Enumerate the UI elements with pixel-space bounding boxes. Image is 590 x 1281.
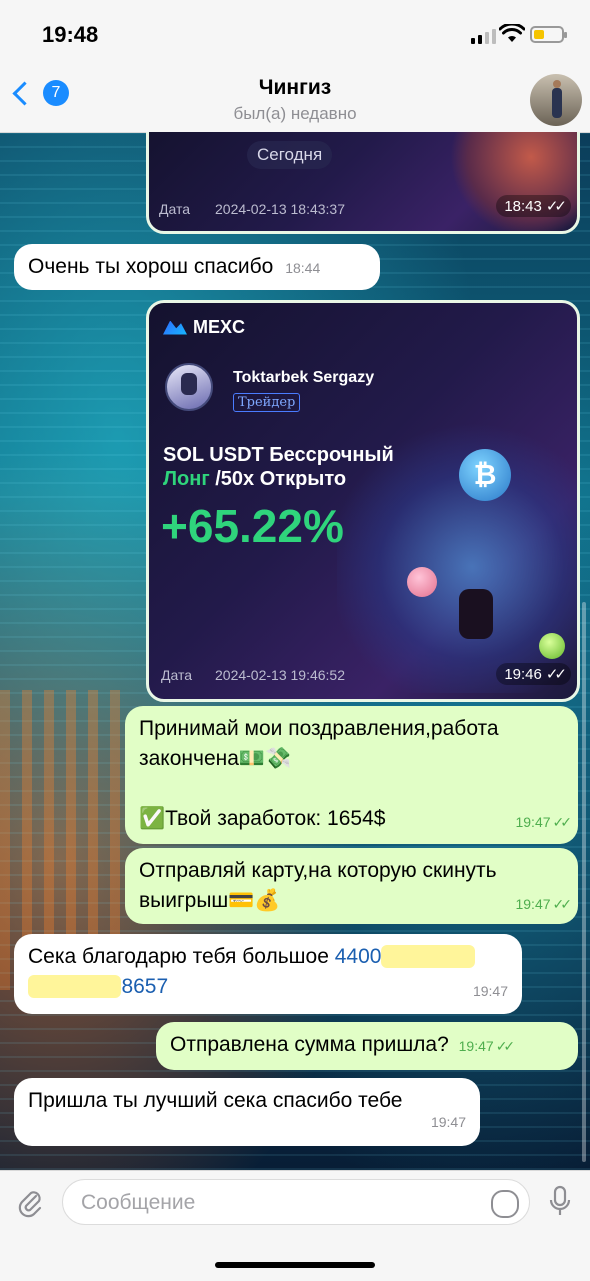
outgoing-message[interactable]: Отправляй карту,на которую скинуть выигр… bbox=[125, 848, 578, 924]
outgoing-message[interactable]: Отправлена сумма пришла? 19:47 ✓✓ bbox=[156, 1022, 578, 1070]
message-time: 18:43 ✓✓ bbox=[496, 195, 571, 217]
trader-badge: Трейдер bbox=[233, 393, 301, 412]
trade-pnl: +65.22% bbox=[161, 500, 344, 552]
message-input[interactable] bbox=[79, 1180, 483, 1226]
message-time: 19:47 bbox=[458, 1038, 494, 1054]
message-time: 19:47 bbox=[430, 1114, 466, 1130]
robot-figure bbox=[433, 581, 517, 645]
message-time: 19:46 ✓✓ bbox=[496, 663, 571, 685]
redaction-mask: 00000000 bbox=[381, 945, 475, 968]
message-list[interactable]: Сегодня Дата 2024-02-13 18:43:37 18:43 ✓✓… bbox=[0, 132, 590, 1170]
chat-title[interactable]: Чингиз bbox=[0, 76, 590, 100]
read-checkmarks-icon: ✓✓ bbox=[495, 1038, 516, 1054]
trader-avatar bbox=[165, 363, 213, 411]
image-message[interactable]: Сегодня Дата 2024-02-13 18:43:37 18:43 ✓✓ bbox=[146, 132, 580, 234]
message-time: 19:47 bbox=[472, 983, 508, 999]
microphone-icon[interactable] bbox=[548, 1185, 572, 1219]
message-text: ✅Твой заработок: 1654$ bbox=[139, 807, 386, 830]
image-date-value: 2024-02-13 19:46:52 bbox=[215, 667, 345, 683]
outgoing-message[interactable]: Принимай мои поздравления,работа законче… bbox=[125, 706, 578, 844]
message-text: Отправлена сумма пришла? bbox=[170, 1033, 449, 1056]
home-indicator[interactable] bbox=[215, 1262, 375, 1268]
read-checkmarks-icon: ✓✓ bbox=[552, 896, 573, 912]
card-number-link[interactable]: 8657 bbox=[121, 975, 168, 998]
sticker-icon[interactable] bbox=[491, 1190, 519, 1218]
scrollbar[interactable] bbox=[582, 602, 586, 1162]
incoming-message[interactable]: Сека благодарю тебя большое 440000000000… bbox=[14, 934, 522, 1014]
cellular-signal-icon bbox=[471, 28, 496, 44]
image-message[interactable]: ₿ MEXC Toktarbek Sergazy Трейдер SOL USD… bbox=[146, 300, 580, 702]
image-date-label: Дата bbox=[159, 201, 191, 217]
battery-icon bbox=[530, 26, 567, 43]
message-time: 18:44 bbox=[285, 260, 321, 276]
card-number-link[interactable]: 4400 bbox=[335, 945, 382, 968]
message-text: Отправляй карту,на которую скинуть bbox=[139, 859, 497, 882]
incoming-message[interactable]: Пришла ты лучший сека спасибо тебе 19:47 bbox=[14, 1078, 480, 1146]
trade-pair: SOL USDT Бессрочный Лонг /50x Открыто bbox=[163, 444, 394, 490]
last-seen-status: был(а) недавно bbox=[233, 104, 357, 123]
read-checkmarks-icon: ✓✓ bbox=[545, 666, 567, 683]
mexc-logo: MEXC bbox=[163, 317, 245, 338]
message-text: Пришла ты лучший сека спасибо тебе bbox=[28, 1089, 403, 1112]
message-text: выигрыш💳💰 bbox=[139, 889, 281, 912]
contact-avatar[interactable] bbox=[530, 74, 582, 126]
incoming-message[interactable]: Очень ты хорош спасибо 18:44 bbox=[14, 244, 380, 290]
image-date-label: Дата bbox=[161, 667, 193, 683]
attach-icon[interactable] bbox=[16, 1187, 44, 1219]
message-text: закончена💵💸 bbox=[139, 747, 292, 770]
status-bar: 19:48 bbox=[0, 0, 590, 70]
message-time: 19:47 bbox=[515, 896, 551, 912]
image-date-value: 2024-02-13 18:43:37 bbox=[215, 201, 345, 217]
message-input-wrapper[interactable] bbox=[62, 1179, 530, 1226]
message-text: Сека благодарю тебя большое bbox=[28, 945, 335, 968]
chat-header: 7 Чингиз был(а) недавно bbox=[0, 70, 590, 133]
message-text: Очень ты хорош спасибо bbox=[28, 255, 274, 278]
read-checkmarks-icon: ✓✓ bbox=[545, 198, 567, 215]
trader-name: Toktarbek Sergazy bbox=[233, 369, 375, 386]
bitcoin-coin-icon: ₿ bbox=[459, 449, 511, 501]
clock: 19:48 bbox=[42, 22, 99, 47]
redaction-mask: 00000000 bbox=[28, 975, 122, 998]
date-chip: Сегодня bbox=[247, 141, 333, 169]
wifi-icon bbox=[499, 24, 525, 42]
message-time: 19:47 bbox=[515, 814, 551, 830]
read-checkmarks-icon: ✓✓ bbox=[552, 814, 573, 830]
message-text: Принимай мои поздравления,работа bbox=[139, 717, 499, 740]
